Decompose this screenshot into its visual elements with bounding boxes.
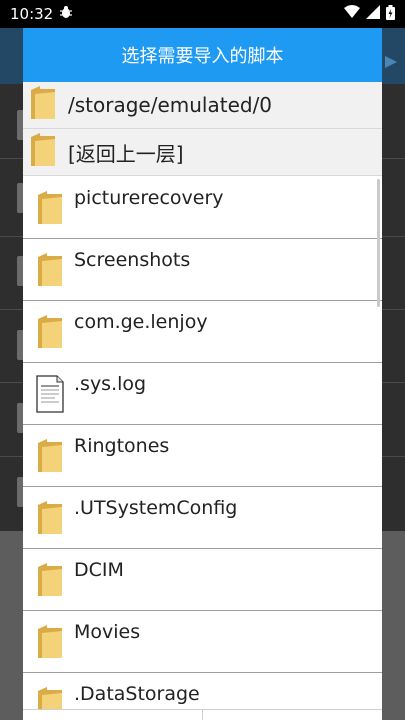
list-item[interactable]: Movies <box>23 611 382 673</box>
background-play-icon <box>383 54 399 70</box>
dialog-left-button[interactable] <box>23 710 202 720</box>
dialog-right-button[interactable] <box>202 710 382 720</box>
signal-icon <box>366 5 380 23</box>
folder-icon <box>25 611 74 673</box>
list-item-label: com.ge.lenjoy <box>74 311 208 333</box>
parent-directory-row[interactable]: [返回上一层] <box>23 129 382 176</box>
wifi-icon <box>344 5 360 23</box>
current-path-row[interactable]: /storage/emulated/0 <box>23 82 382 129</box>
list-item[interactable]: .UTSystemConfig <box>23 487 382 549</box>
battery-icon <box>386 4 395 24</box>
dialog-title: 选择需要导入的脚本 <box>23 28 382 82</box>
current-path-label: /storage/emulated/0 <box>68 93 273 117</box>
dialog-button-bar <box>23 709 382 720</box>
list-item[interactable]: Ringtones <box>23 425 382 487</box>
folder-icon <box>25 425 74 487</box>
list-item-label: .sys.log <box>74 373 147 395</box>
list-item[interactable]: DCIM <box>23 549 382 611</box>
folder-icon <box>25 177 74 239</box>
list-item-label: .UTSystemConfig <box>74 497 238 519</box>
list-scrollbar[interactable] <box>377 179 380 307</box>
list-item-label: Screenshots <box>74 249 191 271</box>
list-item-label: picturerecovery <box>74 187 224 209</box>
folder-icon <box>25 487 74 549</box>
list-item-label: Movies <box>74 621 141 643</box>
folder-icon <box>30 85 56 125</box>
list-item-label: DCIM <box>74 559 124 581</box>
document-icon <box>25 363 74 425</box>
list-item[interactable]: com.ge.lenjoy <box>23 301 382 363</box>
script-picker-dialog: 选择需要导入的脚本 /storage/emulated/0 [返回上一层] pi… <box>23 28 382 720</box>
file-list[interactable]: picturerecovery Screenshots com.ge.lenjo… <box>23 177 382 720</box>
list-item[interactable]: Screenshots <box>23 239 382 301</box>
list-item-label: .DataStorage <box>74 683 200 705</box>
folder-icon <box>25 239 74 301</box>
parent-directory-label: [返回上一层] <box>68 141 184 166</box>
folder-icon <box>30 132 56 172</box>
list-item-label: Ringtones <box>74 435 170 457</box>
folder-icon <box>25 301 74 363</box>
status-bar: 10:32 <box>0 0 405 28</box>
folder-icon <box>25 549 74 611</box>
list-item[interactable]: picturerecovery <box>23 177 382 239</box>
status-time: 10:32 <box>10 5 54 23</box>
list-item[interactable]: .sys.log <box>23 363 382 425</box>
bug-icon <box>59 5 73 23</box>
